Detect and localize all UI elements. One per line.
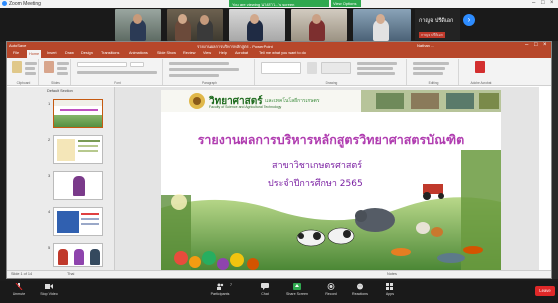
- record-button[interactable]: Record: [316, 283, 346, 302]
- ribbon-group-slides: Slides: [41, 59, 71, 85]
- tab-acrobat[interactable]: Acrobat: [235, 51, 248, 55]
- video-camera-icon: [45, 284, 53, 289]
- zoom-toolbar: Unmute Stop Video Participants 7 Chat Sh…: [0, 281, 558, 303]
- participant-name-tile[interactable]: กาญจ ปรีดิเอก กาญจ ปรีดิเอก: [415, 9, 460, 40]
- faculty-subtitle: และเทคโนโลยีการเกษตร: [265, 98, 320, 104]
- participant-count: 7: [230, 283, 232, 287]
- slide-counter: Slide 1 of 14: [11, 272, 33, 276]
- chat-icon: [261, 283, 269, 290]
- thumb-number: 5: [48, 245, 51, 250]
- video-gallery: [0, 8, 558, 42]
- share-banner: You are viewing นางสาว...'s screen: [229, 0, 329, 7]
- arrange-icon[interactable]: [307, 62, 317, 74]
- participant-video[interactable]: [291, 9, 347, 41]
- ribbon-group-editing: Editing: [409, 59, 459, 85]
- reactions-button[interactable]: Reactions: [345, 283, 375, 302]
- language-indicator[interactable]: Thai: [67, 272, 74, 276]
- share-screen-icon: [293, 283, 301, 290]
- stop-video-button[interactable]: Stop Video: [34, 283, 64, 302]
- slide-thumbnail-4[interactable]: [53, 207, 103, 236]
- slide-title: รายงานผลการบริหารหลักสูตรวิทยาศาสตรบัณฑิ…: [197, 132, 465, 147]
- tab-help[interactable]: Help: [219, 51, 227, 55]
- view-options-button[interactable]: View Options: [331, 0, 361, 7]
- tab-review[interactable]: Review: [183, 51, 195, 55]
- slide-thumbnails-pane: Default Section 1 2 3 4 5: [7, 87, 115, 270]
- maximize-icon[interactable]: □: [541, 0, 545, 6]
- slide-subtitle-year: ประจำปีการศึกษา 2565: [268, 179, 363, 189]
- chat-button[interactable]: Chat: [250, 283, 280, 302]
- section-header[interactable]: Default Section: [47, 89, 73, 93]
- tab-transitions[interactable]: Transitions: [101, 51, 119, 55]
- powerpoint-window: AutoSave รายงานผลการบริหารหลักสูตร - Pow…: [6, 41, 552, 279]
- participants-icon: [217, 283, 224, 290]
- ppt-user[interactable]: Nathan ...: [417, 43, 434, 48]
- participant-video[interactable]: [167, 9, 223, 41]
- leave-button[interactable]: Leave: [535, 286, 555, 296]
- ribbon: Clipboard Slides Font Paragraph Drawing …: [7, 58, 551, 86]
- tab-insert[interactable]: Insert: [47, 51, 57, 55]
- ppt-maximize-icon[interactable]: □: [534, 42, 538, 48]
- ribbon-group-clipboard: Clipboard: [9, 59, 39, 85]
- tab-view[interactable]: View: [203, 51, 211, 55]
- apps-icon: [386, 283, 393, 290]
- ppt-title: รายงานผลการบริหารหลักสูตร - PowerPoint: [197, 44, 273, 49]
- ppt-close-icon[interactable]: ×: [543, 42, 547, 48]
- font-name-box[interactable]: [77, 62, 127, 67]
- close-icon[interactable]: ×: [550, 0, 554, 6]
- window-title: Zoom Meeting: [9, 1, 41, 7]
- participant-video[interactable]: [353, 9, 411, 41]
- thumb-number: 2: [48, 137, 51, 142]
- thumb-number: 4: [48, 209, 51, 214]
- ribbon-group-paragraph: Paragraph: [165, 59, 255, 85]
- share-screen-button[interactable]: Share Screen: [282, 283, 312, 302]
- participant-video[interactable]: [229, 9, 285, 41]
- slide-thumbnail-2[interactable]: [53, 135, 103, 164]
- paste-icon[interactable]: [12, 61, 22, 73]
- tab-animations[interactable]: Animations: [129, 51, 148, 55]
- minimize-icon[interactable]: –: [532, 0, 535, 6]
- ribbon-tabs: File Home Insert Draw Design Transitions…: [7, 50, 551, 58]
- ribbon-group-acrobat: Adobe Acrobat: [461, 59, 501, 85]
- quick-styles-icon[interactable]: [321, 62, 351, 74]
- participant-name: กาญจ ปรีดิเอก: [419, 18, 454, 24]
- apps-button[interactable]: Apps: [375, 283, 405, 302]
- ppt-titlebar: AutoSave รายงานผลการบริหารหลักสูตร - Pow…: [7, 42, 551, 50]
- tab-home[interactable]: Home: [27, 50, 42, 58]
- tab-file[interactable]: File: [13, 51, 19, 55]
- tab-slide-show[interactable]: Slide Show: [157, 51, 176, 55]
- record-icon: [327, 283, 335, 290]
- unmute-button[interactable]: Unmute: [4, 283, 34, 302]
- gallery-next-icon[interactable]: ›: [463, 14, 475, 26]
- tab-draw[interactable]: Draw: [65, 51, 74, 55]
- tell-me-search[interactable]: Tell me what you want to do: [259, 51, 306, 55]
- slide-canvas[interactable]: วิทยาศาสตร์ และเทคโนโลยีการเกษตร Faculty…: [161, 90, 501, 278]
- new-slide-icon[interactable]: [44, 61, 54, 73]
- zoom-app-icon: [2, 1, 7, 6]
- shapes-gallery[interactable]: [261, 62, 301, 74]
- thumb-number: 3: [48, 173, 51, 178]
- slide-thumbnail-3[interactable]: [53, 171, 103, 200]
- slide-editing-area: วิทยาศาสตร์ และเทคโนโลยีการเกษตร Faculty…: [115, 87, 539, 278]
- font-size-box[interactable]: [130, 62, 144, 67]
- acrobat-pdf-icon[interactable]: [475, 61, 485, 73]
- slide-thumbnail-1[interactable]: [53, 99, 103, 128]
- window-scrollbar[interactable]: [552, 41, 558, 279]
- thumb-number: 1: [48, 101, 51, 106]
- tab-design[interactable]: Design: [81, 51, 93, 55]
- ppt-status-bar: Slide 1 of 14 Thai Notes: [7, 270, 551, 278]
- quick-access-label[interactable]: AutoSave: [9, 43, 26, 48]
- ppt-minimize-icon[interactable]: –: [525, 42, 528, 48]
- slide-thumbnail-5[interactable]: [53, 243, 103, 267]
- notes-button[interactable]: Notes: [387, 272, 397, 276]
- reactions-icon: [357, 283, 363, 290]
- ribbon-group-font: Font: [73, 59, 163, 85]
- microphone-muted-icon: [15, 283, 23, 290]
- slide-subtitle-major: สาขาวิชาเกษตรศาสตร์: [272, 161, 363, 171]
- faculty-english-name: Faculty of Science and Agricultural Tech…: [209, 105, 282, 109]
- ribbon-group-drawing: Drawing: [257, 59, 407, 85]
- participant-label: กาญจ ปรีดิเอก: [419, 32, 445, 38]
- participant-video[interactable]: [115, 9, 161, 41]
